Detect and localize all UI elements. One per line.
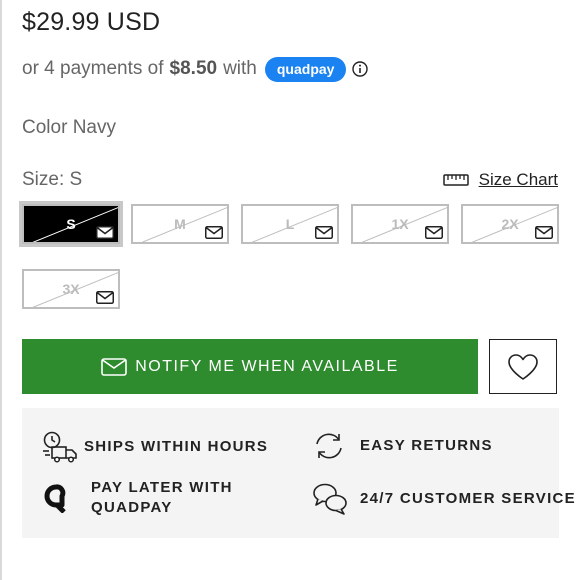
envelope-icon xyxy=(96,291,114,304)
feature-ships-within-hours: SHIPS WITHIN HOURS xyxy=(42,431,268,463)
product-price: $29.99 USD xyxy=(22,8,161,36)
size-chart-label: Size Chart xyxy=(478,170,558,189)
notify-button-label: NOTIFY ME WHEN AVAILABLE xyxy=(135,357,399,375)
features-panel: SHIPS WITHIN HOURS EASY RETURNS PAY LATE… xyxy=(22,408,575,538)
left-divider xyxy=(0,0,2,580)
size-option-1x[interactable]: 1X xyxy=(351,204,449,244)
size-label: Size: xyxy=(22,169,65,190)
envelope-icon xyxy=(101,357,127,376)
envelope-icon xyxy=(315,226,333,239)
envelope-icon xyxy=(425,226,443,239)
size-value: S xyxy=(69,169,83,190)
feature-label: SHIPS WITHIN HOURS xyxy=(84,438,269,455)
feature-easy-returns: EASY RETURNS xyxy=(312,431,493,461)
envelope-icon xyxy=(96,226,114,239)
installment-suffix: with xyxy=(223,58,257,79)
envelope-icon xyxy=(535,226,553,239)
returns-arrows-icon xyxy=(316,433,342,459)
envelope-icon xyxy=(205,226,223,239)
color-value: Navy xyxy=(72,117,116,138)
size-chart-link[interactable]: Size Chart xyxy=(442,170,558,190)
quadpay-logo-icon xyxy=(44,484,66,513)
quadpay-badge[interactable]: quadpay xyxy=(264,56,347,82)
feature-pay-later: PAY LATER WITH QUADPAY xyxy=(42,478,233,518)
installment-info: or 4 payments of $8.50 with quadpay xyxy=(22,55,369,83)
feature-label: 24/7 CUSTOMER SERVICE xyxy=(360,490,576,507)
feature-label: PAY LATER WITH xyxy=(91,479,233,496)
wishlist-button[interactable] xyxy=(489,339,557,394)
chat-bubbles-icon xyxy=(313,483,347,515)
feature-label: QUADPAY xyxy=(91,499,173,516)
ruler-icon xyxy=(442,174,469,186)
shipping-clock-truck-icon xyxy=(43,431,77,463)
notify-me-button[interactable]: NOTIFY ME WHEN AVAILABLE xyxy=(22,339,478,394)
size-option-l[interactable]: L xyxy=(241,204,339,244)
info-icon[interactable] xyxy=(352,61,369,77)
size-option-2x[interactable]: 2X xyxy=(461,204,559,244)
feature-label: EASY RETURNS xyxy=(360,437,493,454)
size-option-s[interactable]: S xyxy=(19,201,123,247)
installment-amount: $8.50 xyxy=(169,58,218,79)
color-label: Color xyxy=(22,117,68,138)
size-selection: Size: S xyxy=(22,169,82,191)
heart-icon xyxy=(508,353,538,380)
feature-label-group: PAY LATER WITH QUADPAY xyxy=(91,478,233,518)
installment-prefix: or 4 payments of xyxy=(22,58,164,79)
size-option-3x[interactable]: 3X xyxy=(22,269,120,309)
color-selection: Color Navy xyxy=(22,117,116,139)
size-option-m[interactable]: M xyxy=(131,204,229,244)
feature-customer-service: 24/7 CUSTOMER SERVICE xyxy=(312,482,576,516)
